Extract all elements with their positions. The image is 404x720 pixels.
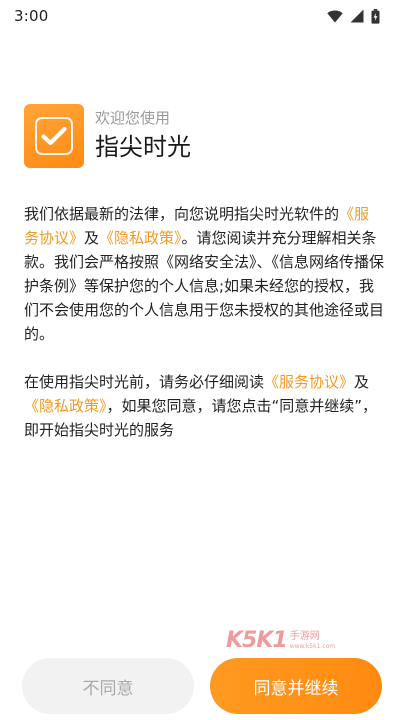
status-icons	[327, 8, 380, 24]
privacy-policy-link[interactable]: 《隐私政策》	[99, 229, 182, 247]
service-agreement-link-2[interactable]: 《服务协议》	[264, 373, 354, 391]
paragraph-2: 在使用指尖时光前，请务必仔细阅读《服务协议》及《隐私政策》，如果您同意，请您点击…	[24, 370, 384, 442]
watermark-sub-top: 手游网	[289, 630, 320, 642]
watermark-sub-bottom: www.k5k1.com	[289, 642, 336, 650]
app-logo	[24, 104, 84, 168]
watermark: K5K1 手游网 www.k5k1.com	[226, 628, 335, 653]
app-name: 指尖时光	[95, 133, 191, 161]
accept-button[interactable]: 同意并继续	[210, 658, 382, 714]
wifi-icon	[327, 10, 343, 22]
agreement-content: 我们依据最新的法律，向您说明指尖时光软件的《服务协议》及《隐私政策》。请您阅读并…	[24, 202, 384, 442]
status-time: 3:00	[14, 7, 49, 25]
paragraph-1: 我们依据最新的法律，向您说明指尖时光软件的《服务协议》及《隐私政策》。请您阅读并…	[24, 202, 384, 346]
paragraph-2-text-2: 及	[354, 373, 370, 391]
paragraph-1-text-1: 我们依据最新的法律，向您说明指尖时光软件的	[24, 205, 340, 223]
signal-icon	[350, 9, 364, 23]
status-bar: 3:00	[0, 0, 404, 32]
battery-icon	[371, 8, 380, 24]
welcome-text: 欢迎您使用	[95, 109, 171, 127]
paragraph-2-text-1: 在使用指尖时光前，请务必仔细阅读	[24, 373, 265, 391]
decline-button[interactable]: 不同意	[22, 658, 194, 714]
watermark-brand: K5K1	[226, 628, 288, 653]
welcome-header: 欢迎您使用 指尖时光	[24, 104, 191, 168]
paragraph-1-text-2: 及	[84, 229, 100, 247]
title-block: 欢迎您使用 指尖时光	[95, 108, 191, 164]
privacy-policy-link-2[interactable]: 《隐私政策》	[24, 397, 107, 415]
checkmark-icon	[41, 126, 67, 146]
